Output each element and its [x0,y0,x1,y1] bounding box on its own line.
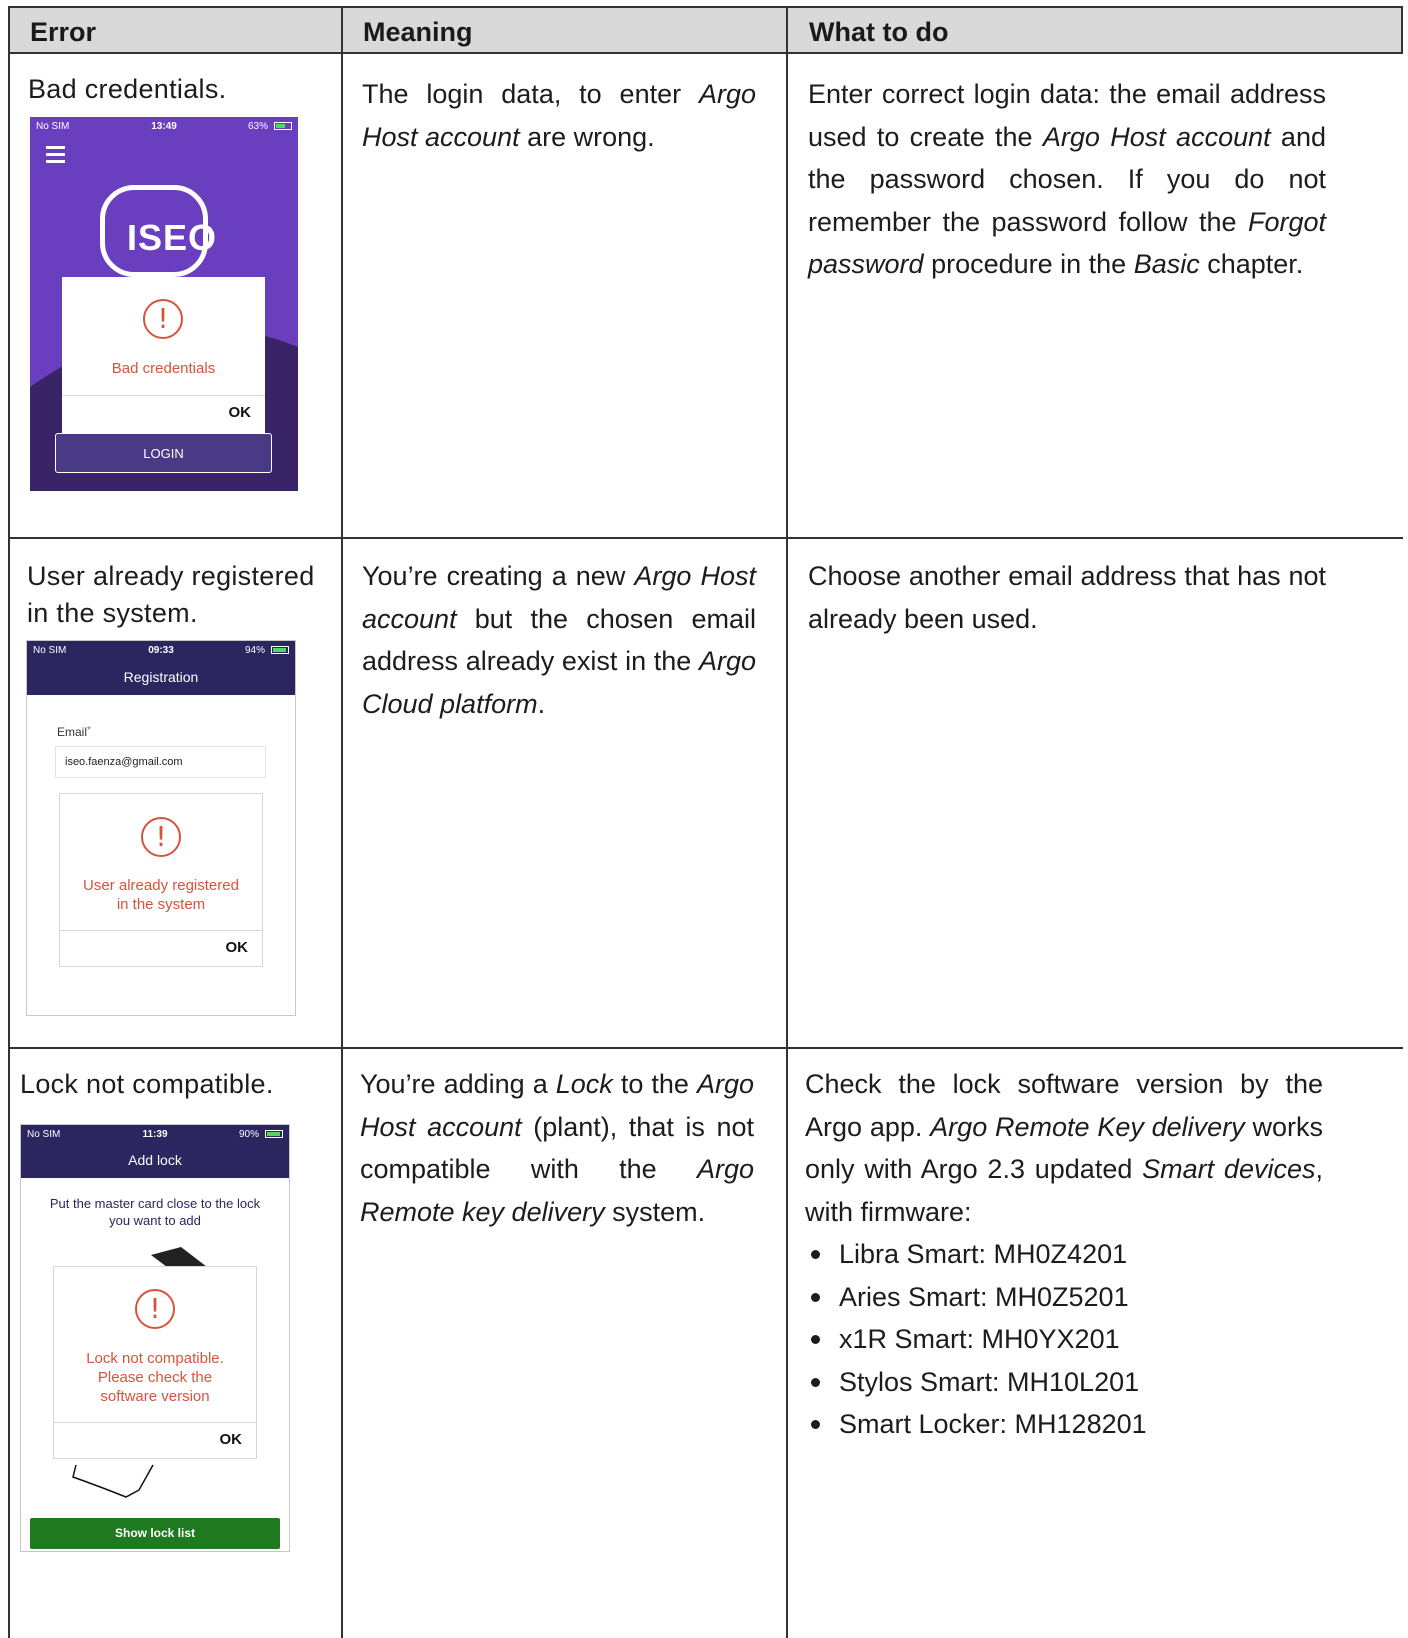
what-to-do-text: Choose another email address that has no… [808,561,1326,634]
error-name: Bad credentials. [28,74,227,104]
dialog-message: Bad credentials [111,360,216,377]
error-dialog: ! Lock not compatible. Please check the … [53,1266,257,1459]
column-divider [786,6,788,1638]
battery-icon [271,646,289,654]
list-item: x1R Smart: MH0YX201 [805,1318,1323,1361]
warning-icon: ! [141,817,181,857]
iseo-logo: ISEO [100,185,216,277]
login-button[interactable]: LOGIN [55,433,272,473]
meaning-text: You’re creating a new Argo Host account … [362,561,756,719]
list-item: Aries Smart: MH0Z5201 [805,1276,1323,1319]
error-dialog: ! User already registered in the system … [59,793,263,967]
warning-icon: ! [143,299,183,339]
screen-title: Registration [123,669,199,685]
show-lock-list-button[interactable]: Show lock list [30,1518,280,1549]
border-left [8,6,10,1638]
list-item: Stylos Smart: MH10L201 [805,1361,1323,1404]
login-screenshot: No SIM 13:49 63% ISEO ! Bad credentials … [30,117,298,491]
header-what-to-do: What to do [809,17,949,47]
ok-button[interactable]: OK [54,1422,256,1459]
nav-bar: No SIM 09:33 94% Registration [27,641,295,695]
column-divider [341,6,343,1638]
dialog-message: Lock not compatible. Please check the so… [86,1350,224,1405]
list-item: Libra Smart: MH0Z4201 [805,1233,1323,1276]
menu-icon[interactable] [46,146,65,163]
meaning-text: You’re adding a Lock to the Argo Host ac… [360,1069,755,1227]
ok-button[interactable]: OK [60,930,262,967]
status-bar: No SIM 13:49 63% [30,117,298,139]
add-lock-screenshot: No SIM 11:39 90% Add lock Put the master… [20,1124,290,1552]
email-label: Email* [57,725,91,739]
dialog-message: User already registered in the system [83,877,239,913]
ok-button[interactable]: OK [62,395,265,432]
firmware-list: Libra Smart: MH0Z4201 Aries Smart: MH0Z5… [805,1233,1323,1446]
what-to-do-text: Enter correct login data: the email addr… [808,79,1326,279]
error-dialog: ! Bad credentials OK [62,277,265,433]
what-to-do-text: Check the lock software version by the A… [805,1063,1323,1446]
warning-icon: ! [135,1289,175,1329]
error-name: Lock not compatible. [20,1069,274,1099]
status-bar: No SIM 09:33 94% [27,641,295,663]
error-name: User already registered in the system. [27,561,315,628]
table-header: Error Meaning What to do [8,6,1403,54]
meaning-text: The login data, to enter Argo Host accou… [362,79,756,152]
battery-icon [274,122,292,130]
header-error: Error [30,17,97,47]
row-divider [8,537,1403,539]
email-field[interactable]: iseo.faenza@gmail.com [55,746,266,778]
registration-screenshot: No SIM 09:33 94% Registration Email* ise… [26,640,296,1016]
header-meaning: Meaning [363,17,473,47]
list-item: Smart Locker: MH128201 [805,1403,1323,1446]
row-divider [8,1047,1403,1049]
